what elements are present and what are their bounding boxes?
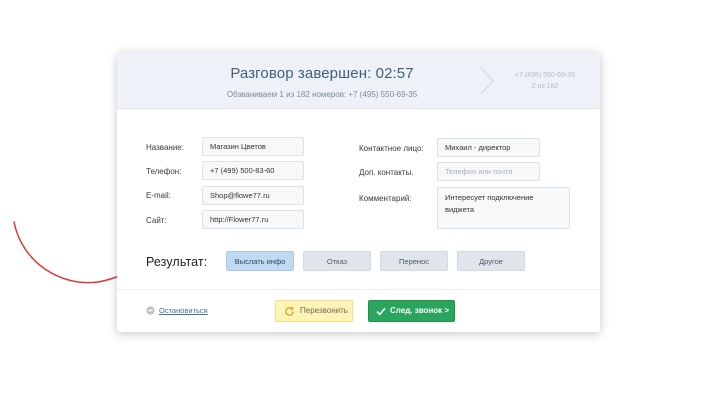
next-call-label: След. звонок > bbox=[390, 306, 450, 315]
next-index: 2 из 182 bbox=[531, 83, 559, 90]
call-status-title: Разговор завершен: 02:57 bbox=[230, 65, 414, 82]
reschedule-button[interactable]: Перенос bbox=[380, 251, 448, 271]
next-call-button[interactable]: След. звонок > bbox=[368, 300, 455, 322]
reject-button[interactable]: Отказ bbox=[303, 251, 371, 271]
site-label: Сайт: bbox=[146, 216, 167, 225]
site-field[interactable]: http://Flower77.ru bbox=[202, 210, 304, 229]
contact-person-label: Контактное лицо: bbox=[359, 144, 424, 153]
check-icon bbox=[376, 307, 386, 316]
refresh-icon bbox=[285, 306, 294, 316]
name-field[interactable]: Магазин Цветов bbox=[202, 137, 304, 156]
next-number: +7 (495) 550-69-35 bbox=[514, 72, 576, 79]
call-progress-subtitle: Обзваниваем 1 из 182 номеров: +7 (495) 5… bbox=[226, 90, 418, 99]
footer-divider bbox=[117, 289, 600, 290]
comment-label: Комментарий: bbox=[359, 194, 412, 203]
call-result-card: Разговор завершен: 02:57 Обзваниваем 1 и… bbox=[117, 52, 600, 332]
call-header: Разговор завершен: 02:57 Обзваниваем 1 и… bbox=[117, 52, 600, 109]
extra-contacts-field[interactable]: Телефон или почта bbox=[437, 162, 540, 181]
extra-contacts-label: Доп. контакты. bbox=[359, 168, 414, 177]
phone-label: Телефон: bbox=[146, 167, 182, 176]
email-label: E-mail: bbox=[146, 191, 171, 200]
contact-person-field[interactable]: Михаил - директор bbox=[437, 138, 540, 157]
comment-field[interactable]: Интересует подключение виджета bbox=[437, 187, 570, 229]
result-label: Результат: bbox=[146, 255, 208, 269]
send-info-button[interactable]: Выслать инфо bbox=[226, 251, 294, 271]
redial-label: Перезвонить bbox=[300, 306, 348, 315]
other-button[interactable]: Другое bbox=[457, 251, 525, 271]
name-label: Название: bbox=[146, 143, 184, 152]
phone-field[interactable]: +7 (499) 500-83-60 bbox=[202, 161, 304, 180]
stop-circle-icon[interactable] bbox=[146, 306, 155, 315]
email-field[interactable]: Shop@flowe77.ru bbox=[202, 186, 304, 205]
stop-link[interactable]: Остановиться bbox=[159, 306, 208, 315]
chevron-right-icon[interactable] bbox=[477, 66, 497, 96]
redial-button[interactable]: Перезвонить bbox=[275, 300, 353, 322]
